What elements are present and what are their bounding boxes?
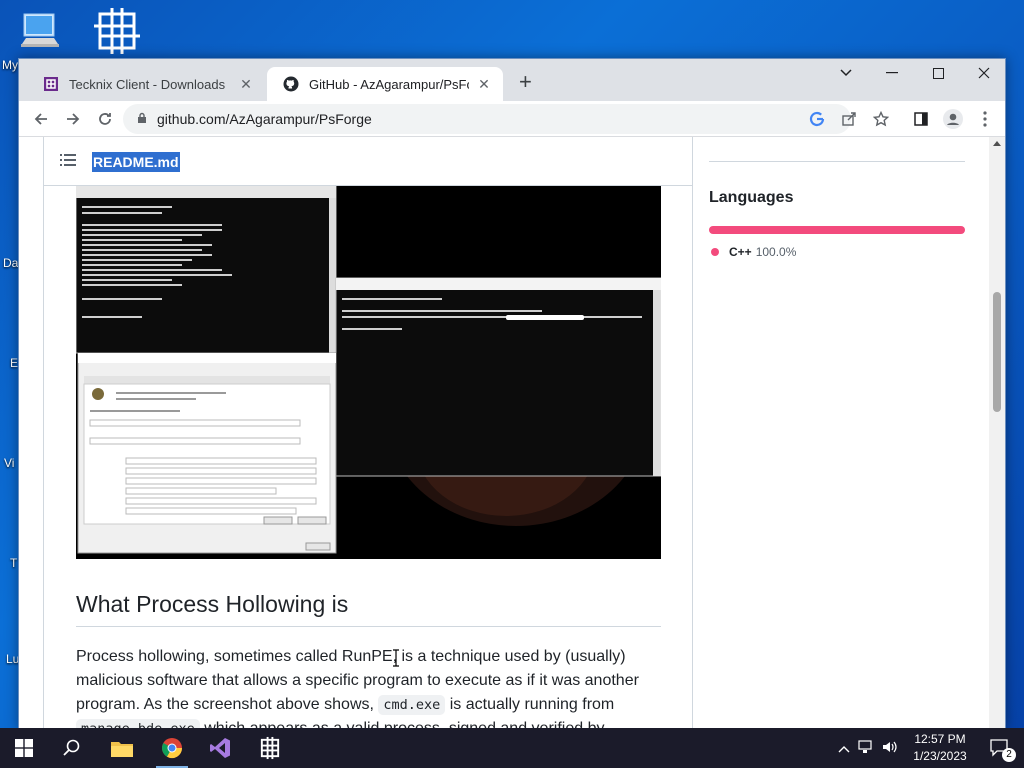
desktop-label-4: T (10, 556, 18, 570)
browser-window: Tecknix Client - Downloads ✕ GitHub - Az… (18, 58, 1006, 730)
show-hidden-icons-icon[interactable] (838, 741, 850, 756)
readme-header: README.md (44, 137, 692, 186)
reload-button[interactable] (93, 107, 117, 131)
tab-tecknix-downloads[interactable]: Tecknix Client - Downloads ✕ (27, 67, 265, 101)
tecknix-taskbar-button[interactable] (246, 728, 294, 768)
section-heading: What Process Hollowing is (76, 591, 661, 627)
paragraph-text: is actually running from (445, 696, 615, 713)
google-lens-icon[interactable] (805, 107, 829, 131)
network-icon[interactable] (858, 739, 874, 757)
tab-search-dropdown-icon[interactable] (823, 59, 869, 87)
readme-panel: README.md What Process Hollowing is Proc… (43, 137, 693, 729)
tecknix-client-icon[interactable] (92, 6, 142, 56)
system-tray (838, 728, 906, 768)
clock-time: 12:57 PM (914, 732, 966, 746)
visual-studio-icon (210, 738, 230, 758)
language-name: C++ (729, 245, 752, 259)
chrome-button[interactable] (148, 728, 196, 768)
this-pc-icon[interactable] (18, 10, 62, 54)
search-icon (63, 739, 80, 756)
desktop-label-3: Vi (4, 456, 15, 470)
close-tab-icon[interactable]: ✕ (475, 76, 493, 93)
tab-github-psforge[interactable]: GitHub - AzAgarampur/PsForge ✕ (267, 67, 503, 101)
taskbar-clock[interactable]: 12:57 PM 1/23/2023 (908, 731, 972, 765)
notification-count-badge: 2 (1002, 748, 1016, 762)
start-button[interactable] (0, 728, 48, 768)
maximize-button[interactable] (915, 59, 961, 87)
sidebar-divider (709, 161, 965, 162)
language-bar-fill (709, 226, 965, 234)
desktop-label-2: E (10, 356, 19, 370)
readme-screenshot-image (76, 186, 661, 559)
file-explorer-button[interactable] (98, 728, 146, 768)
description-paragraph: Process hollowing, sometimes called RunP… (76, 645, 661, 729)
page-scrollbar[interactable] (989, 137, 1005, 729)
bookmark-star-icon[interactable] (869, 107, 893, 131)
scroll-up-arrow-icon[interactable] (993, 141, 1001, 146)
side-panel-icon[interactable] (909, 107, 933, 131)
repo-sidebar: Languages C++ 100.0% (709, 137, 989, 729)
back-button[interactable] (29, 107, 53, 131)
address-bar[interactable]: github.com/AzAgarampur/PsForge (123, 104, 851, 134)
readme-filename[interactable]: README.md (92, 152, 180, 172)
forward-button[interactable] (61, 107, 85, 131)
tab-strip: Tecknix Client - Downloads ✕ GitHub - Az… (19, 59, 1005, 101)
visual-studio-button[interactable] (196, 728, 244, 768)
clock-date: 1/23/2023 (913, 749, 967, 763)
language-item-cpp[interactable]: C++ 100.0% (711, 245, 796, 259)
language-color-dot (711, 248, 719, 256)
chrome-icon (162, 738, 183, 759)
scrollbar-thumb[interactable] (993, 292, 1001, 412)
lock-icon[interactable] (137, 112, 147, 127)
share-icon[interactable] (837, 107, 861, 131)
close-tab-icon[interactable]: ✕ (237, 76, 255, 93)
tecknix-favicon-icon (44, 77, 58, 91)
folder-icon (111, 742, 133, 757)
profile-avatar-icon[interactable] (941, 107, 965, 131)
menu-kebab-icon[interactable] (973, 107, 997, 131)
url-text: github.com/AzAgarampur/PsForge (157, 111, 372, 127)
notification-center-button[interactable]: 2 (976, 728, 1024, 768)
language-bar (709, 226, 965, 234)
volume-icon[interactable] (882, 740, 898, 757)
text-cursor-icon (393, 649, 399, 667)
tecknix-icon (260, 736, 280, 760)
outline-list-icon[interactable] (60, 153, 76, 167)
minimize-button[interactable] (869, 59, 915, 87)
languages-title[interactable]: Languages (709, 189, 793, 207)
this-pc-label: My (2, 58, 18, 72)
github-favicon-icon (283, 76, 299, 92)
desktop-label-1: Da (3, 256, 19, 270)
browser-toolbar: github.com/AzAgarampur/PsForge (19, 101, 1005, 137)
new-tab-button[interactable]: + (519, 71, 532, 93)
tab-title: Tecknix Client - Downloads (69, 76, 226, 92)
page-content: README.md What Process Hollowing is Proc… (19, 137, 1005, 729)
taskbar: 12:57 PM 1/23/2023 2 (0, 728, 1024, 768)
inline-code: cmd.exe (378, 695, 446, 715)
search-button[interactable] (48, 728, 96, 768)
language-percent: 100.0% (755, 245, 797, 259)
close-window-button[interactable] (961, 59, 1005, 87)
tab-title: GitHub - AzAgarampur/PsForge (309, 76, 469, 92)
windows-logo-icon (15, 739, 33, 757)
